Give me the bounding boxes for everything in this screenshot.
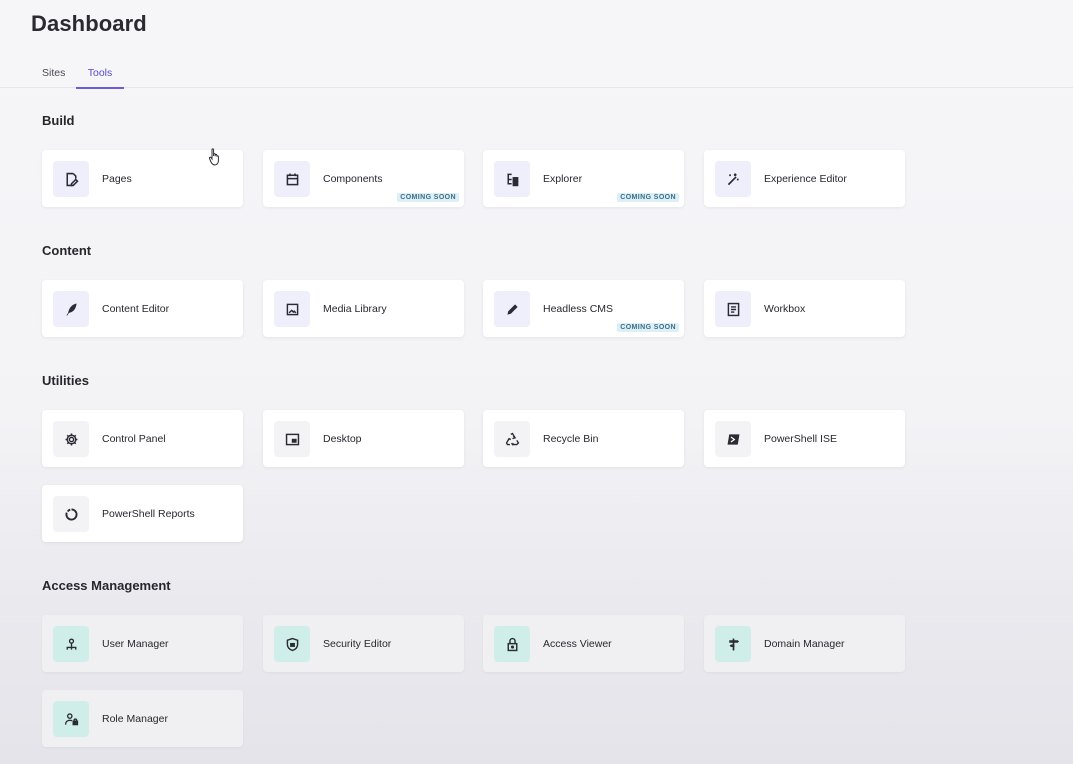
tool-card-content-editor[interactable]: Content Editor (42, 280, 243, 337)
tab-sites[interactable]: Sites (42, 67, 65, 87)
feather-icon (53, 291, 89, 327)
tool-card-user-manager[interactable]: User Manager (42, 615, 243, 672)
terminal-icon (715, 421, 751, 457)
hand-cursor-icon (208, 148, 219, 166)
tool-label: Media Library (323, 303, 387, 315)
tool-label: Explorer (543, 173, 583, 185)
gear-icon (53, 421, 89, 457)
section-title-content: Content (42, 243, 92, 258)
tab-tools[interactable]: Tools (76, 67, 124, 89)
tool-label: Pages (102, 173, 132, 185)
desktop-icon (274, 421, 310, 457)
user-network-icon (53, 626, 89, 662)
tool-label: User Manager (102, 638, 169, 650)
section-title-build: Build (42, 113, 75, 128)
section-title-access-management: Access Management (42, 578, 171, 593)
list-box-icon (715, 291, 751, 327)
tool-label: Access Viewer (543, 638, 612, 650)
ring-chart-icon (53, 496, 89, 532)
tool-card-headless-cms[interactable]: Headless CMS COMING SOON (483, 280, 684, 337)
tool-label: Experience Editor (764, 173, 847, 185)
pencil-icon (494, 291, 530, 327)
coming-soon-badge: COMING SOON (617, 323, 679, 332)
tool-label: Components (323, 173, 383, 185)
coming-soon-badge: COMING SOON (397, 193, 459, 202)
tool-label: Workbox (764, 303, 806, 315)
shield-icon (274, 626, 310, 662)
image-icon (274, 291, 310, 327)
tool-card-components[interactable]: Components COMING SOON (263, 150, 464, 207)
tool-label: Content Editor (102, 303, 170, 315)
tool-card-media-library[interactable]: Media Library (263, 280, 464, 337)
page-edit-icon (53, 161, 89, 197)
tool-label: PowerShell ISE (764, 433, 837, 445)
signpost-icon (715, 626, 751, 662)
user-lock-icon (53, 701, 89, 737)
page-title: Dashboard (31, 11, 147, 36)
tool-card-security-editor[interactable]: Security Editor (263, 615, 464, 672)
tool-card-role-manager[interactable]: Role Manager (42, 690, 243, 747)
tool-label: Security Editor (323, 638, 392, 650)
tool-label: Desktop (323, 433, 362, 445)
tool-card-desktop[interactable]: Desktop (263, 410, 464, 467)
tool-card-control-panel[interactable]: Control Panel (42, 410, 243, 467)
tool-label: Control Panel (102, 433, 166, 445)
tool-label: Headless CMS (543, 303, 614, 315)
section-title-utilities: Utilities (42, 373, 89, 388)
tool-card-powershell-ise[interactable]: PowerShell ISE (704, 410, 905, 467)
lock-icon (494, 626, 530, 662)
tree-icon (494, 161, 530, 197)
tab-bar: Sites Tools (0, 64, 1073, 89)
tool-card-experience-editor[interactable]: Experience Editor (704, 150, 905, 207)
tool-card-recycle-bin[interactable]: Recycle Bin (483, 410, 684, 467)
tool-card-workbox[interactable]: Workbox (704, 280, 905, 337)
tool-card-domain-manager[interactable]: Domain Manager (704, 615, 905, 672)
tool-card-powershell-reports[interactable]: PowerShell Reports (42, 485, 243, 542)
tool-card-access-viewer[interactable]: Access Viewer (483, 615, 684, 672)
recycle-icon (494, 421, 530, 457)
coming-soon-badge: COMING SOON (617, 193, 679, 202)
tool-label: Recycle Bin (543, 433, 599, 445)
tool-card-explorer[interactable]: Explorer COMING SOON (483, 150, 684, 207)
tool-label: Domain Manager (764, 638, 845, 650)
tool-label: PowerShell Reports (102, 508, 195, 520)
tool-label: Role Manager (102, 713, 168, 725)
magic-wand-icon (715, 161, 751, 197)
calendar-icon (274, 161, 310, 197)
